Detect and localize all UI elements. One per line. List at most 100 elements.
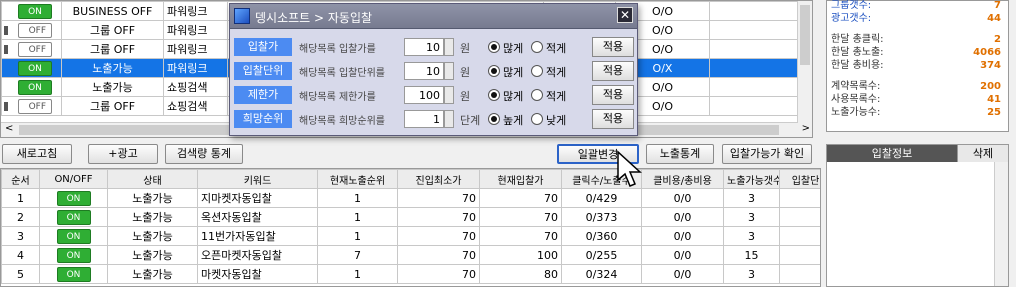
column-header[interactable]: 순서: [1, 169, 40, 189]
cost-cell: 0/0: [641, 188, 724, 208]
field-desc: 해당목록 입찰단위를: [299, 68, 385, 79]
value-spinner[interactable]: [444, 62, 454, 80]
radio-increase[interactable]: [488, 65, 500, 77]
column-header[interactable]: 키워드: [197, 169, 318, 189]
scroll-right-icon[interactable]: >: [802, 123, 810, 134]
column-header[interactable]: 현재입찰가: [479, 169, 562, 189]
status-cell: BUSINESS OFF: [61, 1, 164, 21]
stat-value: 44: [987, 13, 1001, 24]
stat-value: 41: [987, 94, 1001, 105]
radio-decrease[interactable]: [531, 41, 543, 53]
scroll-left-icon[interactable]: <: [5, 123, 13, 134]
dialog-row: 제한가 해당목록 제한가를 100 원 많게 적게 적용: [230, 84, 637, 106]
value-spinner[interactable]: [444, 86, 454, 104]
bid-price-cell: 70: [479, 226, 562, 246]
on-off-toggle[interactable]: ON: [56, 228, 91, 244]
table-row[interactable]: 2 ON 노출가능 옥션자동입찰 1 70 70 0/373 0/0 3: [1, 207, 820, 227]
apply-button[interactable]: 적용: [592, 37, 634, 57]
value-input[interactable]: 10: [404, 38, 444, 56]
bid-info-vscroll[interactable]: [994, 162, 1008, 286]
on-off-toggle[interactable]: ON: [18, 3, 52, 19]
on-off-toggle[interactable]: ON: [18, 79, 52, 95]
min-price-cell: 70: [397, 226, 480, 246]
stat-line: 한달 총노출: 4066: [831, 46, 1007, 59]
unit-label: 단계: [460, 114, 481, 127]
stat-line: 광고갯수: 44: [831, 12, 1007, 25]
bid-info-panel: 입찰정보 삭제: [826, 144, 1009, 287]
top-table-vscroll[interactable]: [797, 1, 812, 123]
stat-line: 계약목록수: 200: [831, 80, 1007, 93]
close-icon[interactable]: ✕: [617, 7, 633, 23]
on-off-toggle[interactable]: ON: [56, 266, 91, 282]
radio-decrease[interactable]: [531, 89, 543, 101]
check-bid-button[interactable]: 입찰가능가 확인: [722, 144, 812, 164]
value-spinner[interactable]: [444, 110, 454, 128]
radio-increase[interactable]: [488, 113, 500, 125]
column-header[interactable]: 입찰단: [779, 169, 820, 189]
column-header[interactable]: 노출가능갯수: [723, 169, 780, 189]
radio-decrease[interactable]: [531, 113, 543, 125]
stat-value: 374: [980, 60, 1001, 71]
on-off-toggle[interactable]: ON: [56, 190, 91, 206]
delete-button[interactable]: 삭제: [957, 145, 1008, 162]
column-header[interactable]: 상태: [107, 169, 198, 189]
dialog-row: 입찰가 해당목록 입찰가를 10 원 많게 적게 적용: [230, 36, 637, 58]
on-off-toggle[interactable]: ON: [18, 60, 52, 76]
table-row[interactable]: 1 ON 노출가능 지마켓자동입찰 1 70 70 0/429 0/0 3: [1, 188, 820, 208]
available-cell: 3: [723, 207, 780, 227]
on-off-toggle[interactable]: OFF: [18, 41, 52, 57]
column-header[interactable]: 클비용/총비용: [641, 169, 724, 189]
field-desc: 해당목록 희망순위를: [299, 116, 385, 127]
field-tag: 입찰가: [234, 38, 292, 56]
on-off-toggle[interactable]: ON: [56, 247, 91, 263]
status-cell: 노출가능: [61, 58, 164, 78]
rank-cell: 1: [317, 207, 398, 227]
search-stats-button[interactable]: 검색량 통계: [165, 144, 243, 164]
refresh-button[interactable]: 새로고침: [2, 144, 72, 164]
column-header[interactable]: ON/OFF: [39, 169, 108, 189]
on-off-toggle[interactable]: ON: [56, 209, 91, 225]
field-desc: 해당목록 입찰가를: [299, 44, 376, 55]
table-row[interactable]: 5 ON 노출가능 마켓자동입찰 1 70 80 0/324 0/0 3: [1, 264, 820, 284]
rank-cell: 1: [317, 188, 398, 208]
radio-increase[interactable]: [488, 41, 500, 53]
value-spinner[interactable]: [444, 38, 454, 56]
column-header[interactable]: 진입최소가: [397, 169, 480, 189]
radio-dot: [491, 68, 497, 74]
rank-cell: 7: [317, 245, 398, 265]
row-number: 2: [1, 207, 40, 227]
available-cell: 3: [723, 264, 780, 284]
exposure-stats-button[interactable]: 노출통계: [646, 144, 714, 164]
on-off-toggle[interactable]: OFF: [18, 22, 52, 38]
on-off-toggle[interactable]: OFF: [18, 98, 52, 114]
cost-cell: 0/0: [641, 245, 724, 265]
apply-button[interactable]: 적용: [592, 85, 634, 105]
stat-line: 그룹갯수: 7: [831, 0, 1007, 12]
table-row[interactable]: 4 ON 노출가능 오픈마켓자동입찰 7 70 100 0/255 0/0 15: [1, 245, 820, 265]
toggle-cell: ON: [39, 264, 108, 284]
stat-value: 200: [980, 81, 1001, 92]
clicks-cell: 0/360: [561, 226, 642, 246]
clicks-cell: 0/429: [561, 188, 642, 208]
stat-label: 한달 총노출:: [831, 47, 884, 58]
field-tag: 입찰단위: [234, 62, 292, 80]
dialog-title: 뎅시소프트 > 자동입찰: [255, 11, 373, 25]
value-input[interactable]: 1: [404, 110, 444, 128]
table-row[interactable]: 3 ON 노출가능 11번가자동입찰 1 70 70 0/360 0/0 3: [1, 226, 820, 246]
value-input[interactable]: 100: [404, 86, 444, 104]
radio-increase[interactable]: [488, 89, 500, 101]
column-header[interactable]: 현재노출순위: [317, 169, 398, 189]
option-decrease-label: 적게: [546, 66, 567, 79]
main-table: 순서 ON/OFF 상태 키워드 현재노출순위 진입최소가 현재입찰가 클릭수/노출수 클비용/…: [1, 169, 820, 284]
apply-button[interactable]: 적용: [592, 109, 634, 129]
ad-type-cell: 파워링크: [163, 1, 228, 21]
radio-decrease[interactable]: [531, 65, 543, 77]
add-ad-button[interactable]: +광고: [88, 144, 158, 164]
available-cell: 3: [723, 188, 780, 208]
value-input[interactable]: 10: [404, 62, 444, 80]
status-cell: 노출가능: [61, 77, 164, 97]
vscroll-thumb[interactable]: [800, 5, 810, 65]
apply-button[interactable]: 적용: [592, 61, 634, 81]
stat-label: 그룹갯수:: [831, 0, 872, 11]
dialog-titlebar[interactable]: 뎅시소프트 > 자동입찰 ✕: [230, 4, 637, 29]
